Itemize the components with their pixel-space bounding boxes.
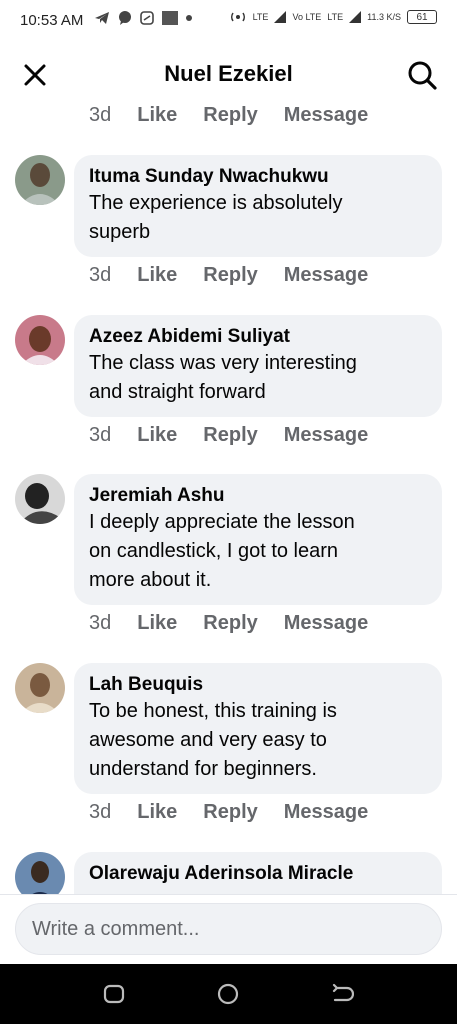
image-icon bbox=[162, 11, 178, 25]
comment-text-line: understand for beginners. bbox=[89, 758, 317, 780]
telegram-icon bbox=[95, 12, 109, 24]
comment-time: 3d bbox=[89, 104, 112, 126]
battery-icon: 61 bbox=[407, 10, 437, 24]
comment-bubble[interactable]: Lah Beuquis To be honest, this training … bbox=[74, 663, 442, 794]
comment-bubble[interactable]: Jeremiah Ashu I deeply appreciate the le… bbox=[74, 474, 442, 605]
reply-button[interactable]: Reply bbox=[203, 264, 257, 287]
comment-actions: 3d Like Reply Message bbox=[89, 424, 368, 447]
comment-actions: 3d Like Reply Message bbox=[89, 264, 368, 287]
status-right: LTE Vo LTE LTE 11.3 K/S 61 bbox=[229, 10, 437, 24]
comment-time: 3d bbox=[89, 612, 112, 634]
battery-level: 61 bbox=[416, 12, 428, 23]
avatar[interactable] bbox=[15, 315, 65, 365]
comment-bubble[interactable]: Olarewaju Aderinsola Miracle bbox=[74, 852, 442, 894]
comment-actions: 3d Like Reply Message bbox=[89, 801, 368, 824]
comment-text-line: I deeply appreciate the lesson bbox=[89, 511, 355, 533]
comment-composer: Write a comment... bbox=[0, 894, 457, 965]
comment-text-line: The class was very interesting bbox=[89, 352, 357, 374]
comment-text-line: on candlestick, I got to learn bbox=[89, 540, 339, 562]
message-button[interactable]: Message bbox=[284, 801, 369, 824]
network-label-2: Vo LTE bbox=[292, 12, 322, 22]
comment-text-line: and straight forward bbox=[89, 381, 266, 403]
comment-time: 3d bbox=[89, 424, 112, 446]
like-button[interactable]: Like bbox=[137, 104, 177, 127]
avatar[interactable] bbox=[15, 852, 65, 894]
comment-bubble[interactable]: Azeez Abidemi Suliyat The class was very… bbox=[74, 315, 442, 417]
comment-author[interactable]: Lah Beuquis bbox=[89, 672, 427, 697]
signal-icon-2 bbox=[349, 11, 362, 23]
comment-author[interactable]: Azeez Abidemi Suliyat bbox=[89, 324, 427, 349]
comment-text-line: superb bbox=[89, 221, 151, 243]
data-speed: 11.3 K/S bbox=[367, 12, 401, 22]
dot-icon bbox=[186, 15, 192, 21]
avatar[interactable] bbox=[15, 474, 65, 524]
system-nav-bar bbox=[0, 964, 457, 1024]
like-button[interactable]: Like bbox=[137, 801, 177, 824]
like-button[interactable]: Like bbox=[137, 424, 177, 447]
comment-author[interactable]: Olarewaju Aderinsola Miracle bbox=[89, 861, 427, 886]
comment-text-line: more about it. bbox=[89, 569, 212, 591]
comment-author[interactable]: Jeremiah Ashu bbox=[89, 483, 427, 508]
comment-actions: 3d Like Reply Message bbox=[89, 104, 368, 127]
app-bar: Nuel Ezekiel bbox=[0, 44, 457, 104]
signal-icon bbox=[274, 11, 287, 23]
chat-icon bbox=[119, 11, 131, 25]
recents-nav-icon[interactable] bbox=[102, 982, 126, 1006]
comments-feed[interactable]: 3d Like Reply Message Ituma Sunday Nwach… bbox=[0, 104, 457, 894]
message-button[interactable]: Message bbox=[284, 104, 369, 127]
message-button[interactable]: Message bbox=[284, 612, 369, 635]
network-label-1: LTE bbox=[252, 12, 269, 22]
status-bar: 10:53 AM LTE Vo LTE LTE 11.3 K/S 61 bbox=[0, 0, 457, 44]
home-nav-icon[interactable] bbox=[216, 982, 240, 1006]
comment-actions: 3d Like Reply Message bbox=[89, 612, 368, 635]
status-time: 10:53 AM bbox=[20, 12, 84, 29]
page-title: Nuel Ezekiel bbox=[164, 61, 293, 86]
comment-input[interactable]: Write a comment... bbox=[15, 903, 442, 955]
network-label-3: LTE bbox=[327, 12, 344, 22]
comment-text-line: To be honest, this training is bbox=[89, 700, 337, 722]
back-nav-icon[interactable] bbox=[330, 982, 354, 1006]
comment-time: 3d bbox=[89, 801, 112, 823]
reply-button[interactable]: Reply bbox=[203, 424, 257, 447]
avatar[interactable] bbox=[15, 663, 65, 713]
hotspot-icon bbox=[230, 12, 245, 22]
notification-icons bbox=[94, 11, 192, 25]
like-button[interactable]: Like bbox=[137, 264, 177, 287]
reply-button[interactable]: Reply bbox=[203, 612, 257, 635]
like-button[interactable]: Like bbox=[137, 612, 177, 635]
comment-bubble[interactable]: Ituma Sunday Nwachukwu The experience is… bbox=[74, 155, 442, 257]
comment-text-line: The experience is absolutely bbox=[89, 192, 343, 214]
avatar[interactable] bbox=[15, 155, 65, 205]
reply-button[interactable]: Reply bbox=[203, 104, 257, 127]
comment-author[interactable]: Ituma Sunday Nwachukwu bbox=[89, 164, 427, 189]
search-icon[interactable] bbox=[405, 58, 439, 92]
message-button[interactable]: Message bbox=[284, 264, 369, 287]
comment-time: 3d bbox=[89, 264, 112, 286]
app-icon bbox=[140, 11, 154, 25]
comment-text-line: awesome and very easy to bbox=[89, 729, 327, 751]
message-button[interactable]: Message bbox=[284, 424, 369, 447]
reply-button[interactable]: Reply bbox=[203, 801, 257, 824]
